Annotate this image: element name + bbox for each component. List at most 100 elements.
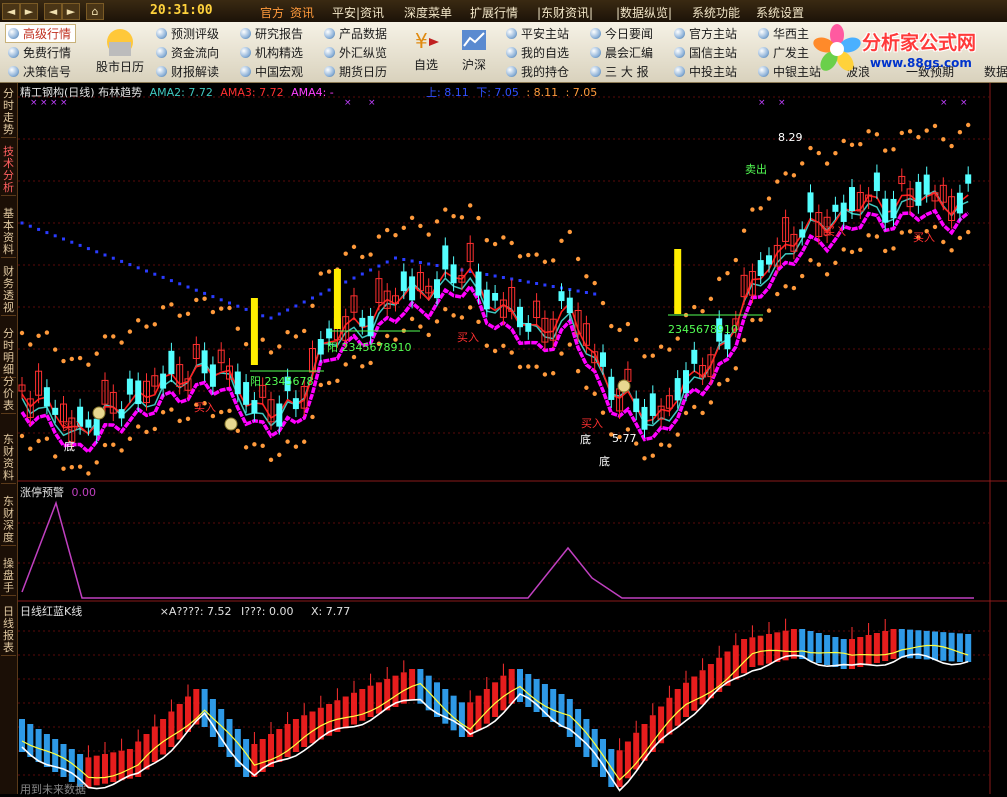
toolbar-shanghai-shenzhen[interactable]: 沪深 (454, 26, 494, 73)
tab-finance[interactable]: 财务透视 (1, 265, 16, 316)
band-upper-dot (194, 297, 199, 303)
toolbar-guangfa-site[interactable]: 广发主 (758, 44, 809, 61)
red-blue-bar (176, 704, 183, 740)
band-blue-dot (28, 224, 32, 228)
forward-icon[interactable]: ► (20, 3, 38, 20)
band-upper-dot (268, 350, 274, 355)
home-icon[interactable]: ⌂ (86, 3, 104, 20)
toolbar-watchlist[interactable]: ¥ 自选 (406, 26, 446, 73)
menu-news[interactable]: 资讯 (290, 4, 314, 21)
band-blue-dot (302, 300, 306, 304)
toolbar-fund-flow[interactable]: 资金流向 (156, 44, 219, 61)
toolbar-official-site[interactable]: 官方主站 (674, 25, 737, 42)
toolbar-my-watchlist[interactable]: 我的自选 (506, 44, 569, 61)
tab-intraday[interactable]: 分时走势 (1, 87, 16, 138)
tab-eastmoney-info[interactable]: 东财资料 (1, 433, 16, 484)
band-upper-dot (800, 161, 805, 166)
band-blue-dot (352, 276, 356, 280)
back-icon[interactable]: ◄ (2, 3, 20, 20)
prev-icon[interactable]: ◄ (44, 3, 62, 20)
globe-icon (758, 28, 769, 39)
red-blue-bar (60, 744, 67, 777)
band-lower-dot (791, 285, 797, 291)
toolbar-guosen-site[interactable]: 国信主站 (674, 44, 737, 61)
band-upper-dot (302, 328, 307, 334)
band-blue-dot (178, 282, 182, 286)
band-lower-dot (219, 409, 224, 415)
menu-eastmoney[interactable]: |东财资讯| (537, 4, 593, 21)
tab-basic-info[interactable]: 基本资料 (1, 207, 16, 258)
band-upper-dot (966, 122, 971, 128)
toolbar-morning-brief[interactable]: 晨会汇编 (590, 44, 653, 61)
red-blue-bar (492, 682, 499, 717)
menu-data[interactable]: |数据纵览| (616, 4, 672, 21)
band-upper-dot (891, 147, 896, 152)
band-upper-dot (924, 128, 929, 133)
red-blue-bar (898, 629, 905, 658)
candle-body (633, 398, 640, 413)
red-blue-bar (292, 719, 299, 752)
chart-area[interactable]: 买入底买入 买入 买入底底卖出 买入 买入阳 2345678 阳 2345678910 23… (18, 83, 1007, 796)
band-blue-dot (244, 307, 248, 311)
toolbar-institution[interactable]: 机构精选 (240, 44, 303, 61)
toolbar-report-read[interactable]: 财报解读 (156, 63, 219, 80)
band-lower-dot (343, 362, 348, 367)
toolbar-decision-signal[interactable]: 决策信号 (8, 63, 71, 80)
band-upper-dot (376, 234, 382, 239)
toolbar-research[interactable]: 研究报告 (240, 25, 303, 42)
band-upper-dot (534, 252, 539, 257)
toolbar-zhongtou-site[interactable]: 中投主站 (674, 63, 737, 80)
toolbar-rating[interactable]: 预测评级 (156, 25, 219, 42)
band-lower-dot (841, 247, 846, 252)
candle-body (400, 271, 407, 292)
globe-icon (156, 28, 167, 39)
red-blue-bar (683, 682, 689, 717)
red-blue-bar (251, 744, 258, 777)
menu-depth[interactable]: 深度菜单 (404, 4, 452, 21)
toolbar-free-quotes[interactable]: 免费行情 (8, 44, 71, 61)
candle-body (923, 174, 930, 195)
tab-daily-report[interactable]: 日线报表 (1, 605, 16, 656)
toolbar-my-holdings[interactable]: 我的持仓 (506, 63, 569, 80)
red-blue-bar (160, 719, 167, 755)
next-icon[interactable]: ► (62, 3, 80, 20)
band-upper-dot (426, 232, 431, 237)
band-lower-dot (160, 410, 166, 415)
toolbar-advanced-quotes[interactable]: 高级行情 (5, 24, 77, 43)
tab-eastmoney-depth[interactable]: 东财深度 (1, 495, 16, 546)
toolbar-pingan-site[interactable]: 平安主站 (506, 25, 569, 42)
menu-pingan-news[interactable]: 平安|资讯 (332, 4, 384, 21)
band-blue-dot (161, 275, 165, 279)
band-lower-dot (800, 273, 805, 279)
toolbar-product-data[interactable]: 产品数据 (324, 25, 387, 42)
menu-system-func[interactable]: 系统功能 (692, 4, 740, 21)
tab-technical[interactable]: 技术分析 (1, 145, 16, 196)
toolbar-futures-calendar[interactable]: 期货日历 (324, 63, 387, 80)
toolbar-huaxi-site[interactable]: 华西主 (758, 25, 809, 42)
red-blue-bar (766, 634, 772, 664)
chart-canvas[interactable]: 买入底买入买入买入底底卖出买入 买入阳 2345678阳 234567891023… (18, 83, 1007, 794)
tab-price-table[interactable]: 分价表 (1, 375, 16, 414)
toolbar-market-calendar[interactable]: 股市日历 (92, 24, 148, 75)
band-lower-dot (53, 454, 58, 459)
band-blue-dot (169, 279, 173, 283)
tab-trader[interactable]: 操盘手 (1, 557, 16, 596)
top-marker: × (778, 98, 786, 108)
tab-intraday-detail[interactable]: 分时明细 (1, 327, 16, 378)
toolbar-forex[interactable]: 外汇纵览 (324, 44, 387, 61)
menu-extended[interactable]: 扩展行情 (470, 4, 518, 21)
toolbar-three-papers[interactable]: 三 大 报 (590, 63, 649, 80)
band-blue-dot (194, 288, 198, 292)
menu-official[interactable]: 官方 (260, 4, 284, 21)
candle-body (475, 271, 482, 296)
band-upper-dot (451, 214, 456, 219)
toolbar-headlines[interactable]: 今日要闻 (590, 25, 653, 42)
toolbar-macro[interactable]: 中国宏观 (240, 63, 303, 80)
band-lower-dot (310, 414, 315, 420)
band-upper-dot (883, 148, 888, 153)
sequence-label: 2345678910 (668, 323, 738, 336)
band-upper-dot (957, 129, 963, 135)
band-lower-dot (335, 378, 340, 384)
band-blue-dot (203, 291, 207, 295)
menu-system-settings[interactable]: 系统设置 (756, 4, 804, 21)
